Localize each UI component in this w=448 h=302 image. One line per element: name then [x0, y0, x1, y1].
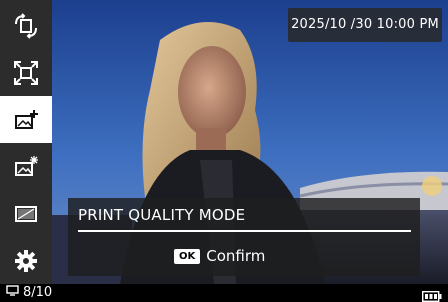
camera-screen: 2025/10 /30 10:00 PM PRINT QUALITY MODE … [0, 0, 448, 302]
menu-item-settings[interactable] [0, 237, 52, 284]
photo-counter: 8/10 [6, 285, 52, 300]
photo-frame-icon [12, 200, 40, 228]
datetime-overlay: 2025/10 /30 10:00 PM [288, 8, 442, 42]
menu-item-print-quality[interactable] [0, 96, 52, 143]
menu-item-fit-frame[interactable] [0, 49, 52, 96]
print-quality-dialog: PRINT QUALITY MODE OK Confirm [68, 198, 420, 276]
photo-sparkle-icon [12, 153, 40, 181]
menu-item-rotate[interactable] [0, 2, 52, 49]
confirm-label: Confirm [206, 247, 266, 265]
photo-add-icon [12, 106, 40, 134]
battery-full-icon [421, 287, 442, 302]
side-menu [0, 0, 52, 284]
confirm-button[interactable]: OK Confirm [174, 246, 265, 266]
ok-key-badge: OK [174, 248, 201, 264]
gear-icon [13, 248, 39, 274]
menu-item-effect[interactable] [0, 143, 52, 190]
status-bar: 8/10 [0, 284, 448, 302]
menu-item-border[interactable] [0, 190, 52, 237]
dialog-title: PRINT QUALITY MODE [78, 206, 246, 224]
screen-icon [6, 285, 19, 300]
dialog-divider [78, 230, 411, 232]
photo-counter-text: 8/10 [23, 285, 53, 300]
rotate-icon [12, 12, 40, 40]
fullscreen-frame-icon [12, 59, 40, 87]
